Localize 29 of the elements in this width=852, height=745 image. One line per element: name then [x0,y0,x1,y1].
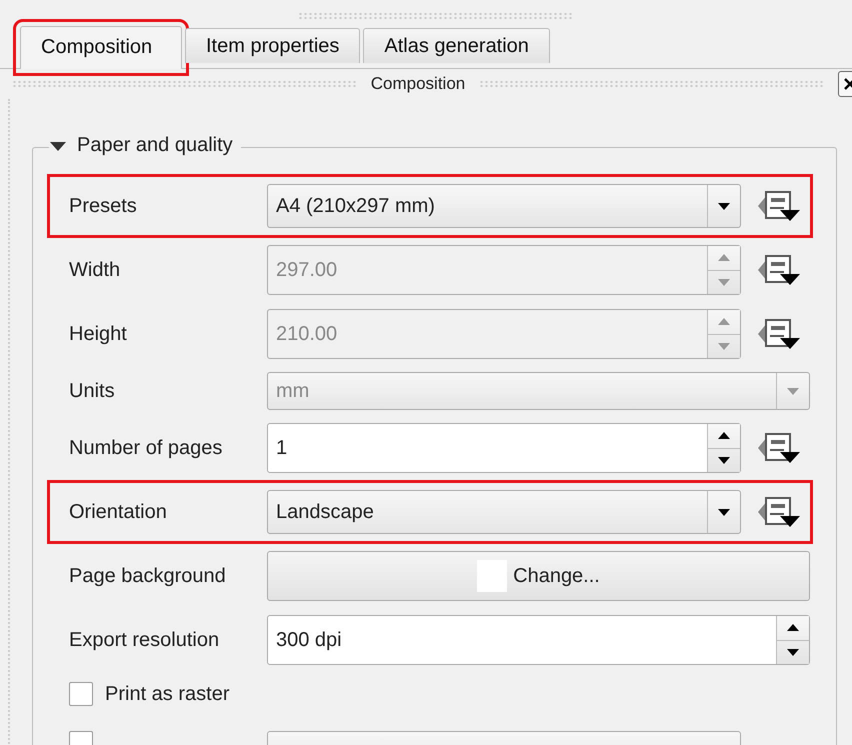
tab[interactable]: Atlas generation [363,28,550,63]
panel-title: Composition [370,74,466,94]
field-label: Orientation [69,500,168,524]
field-label: Units [69,380,116,402]
field-label: Height [69,322,128,346]
field-label: Export resolution [69,628,220,652]
change-button[interactable]: Change... [267,551,810,601]
data-defined-override-button[interactable] [758,189,802,223]
spin-box[interactable]: 1 [267,423,741,473]
group-title: Paper and quality [77,134,233,157]
up-arrow-icon[interactable] [786,623,800,632]
dropdown-arrow-icon[interactable] [717,508,731,516]
color-swatch [477,560,508,592]
up-arrow-icon[interactable] [717,431,731,440]
data-defined-override-button[interactable] [758,431,802,465]
tab[interactable]: Item properties [185,28,360,63]
down-arrow-icon[interactable] [717,456,731,465]
dropdown-arrow-icon[interactable] [717,202,731,210]
field-label: Number of pages [69,436,224,460]
dropdown[interactable]: A4 (210x297 mm) [267,184,741,228]
down-arrow-icon[interactable] [786,648,800,657]
checkbox[interactable] [69,682,93,706]
dropdown[interactable]: Landscape [267,490,741,534]
spin-box[interactable]: 300 dpi [267,615,810,665]
data-defined-override-button[interactable] [758,495,802,529]
field-label: Presets [69,194,138,218]
field-label: Page background [69,564,227,588]
checkbox-label: Print as raster [105,682,230,706]
field-label: Width [69,258,122,282]
